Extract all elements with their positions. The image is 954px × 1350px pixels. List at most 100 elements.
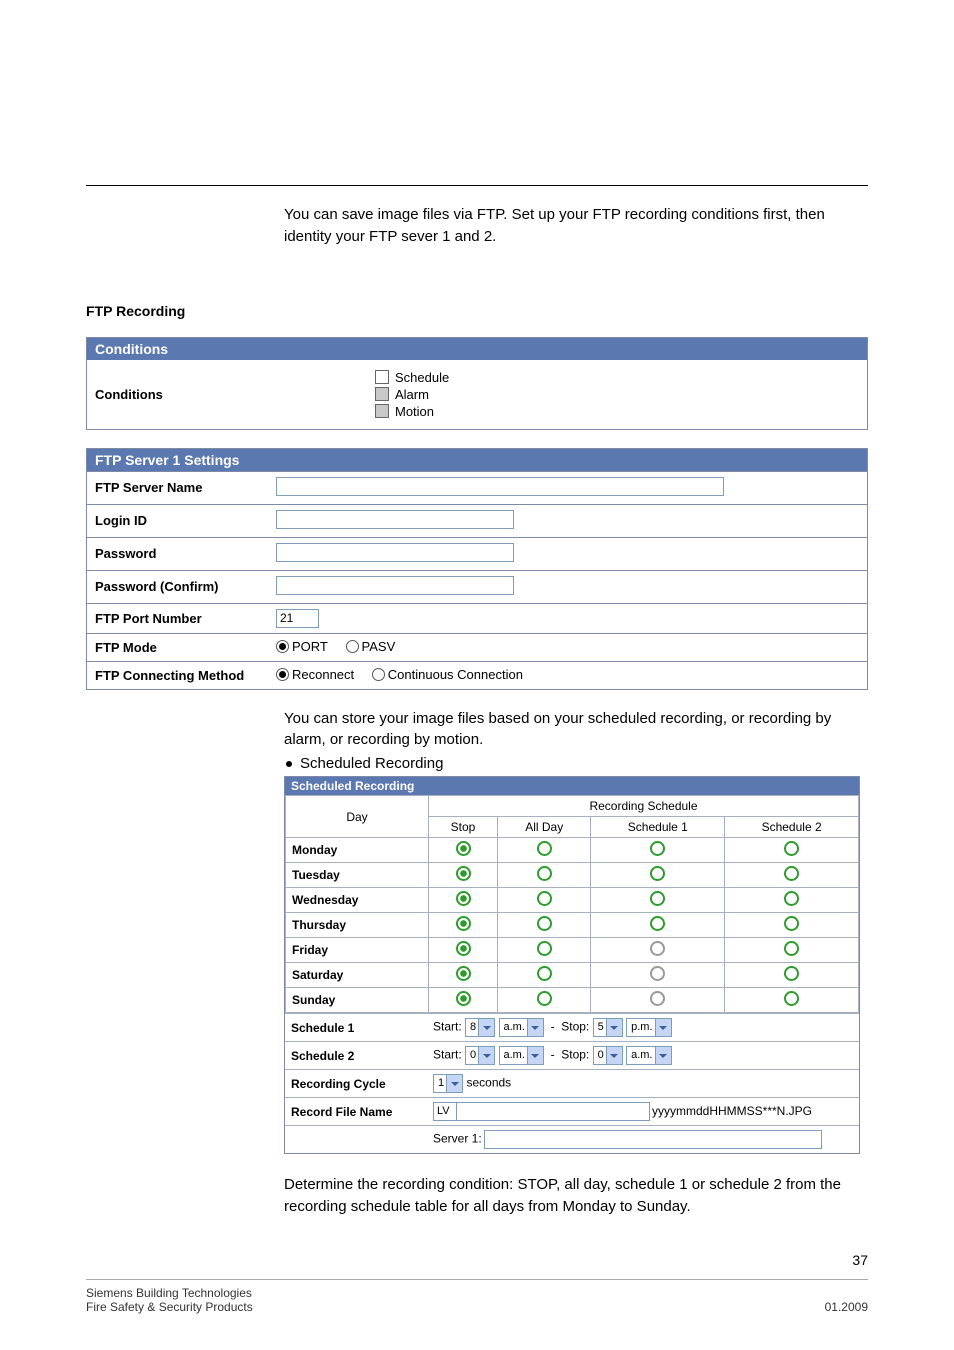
schedule-radio[interactable] bbox=[784, 966, 799, 981]
login-id-label: Login ID bbox=[87, 504, 268, 537]
chevron-down-icon bbox=[606, 1019, 622, 1036]
day-cell: Wednesday bbox=[286, 888, 429, 913]
day-cell: Tuesday bbox=[286, 863, 429, 888]
continuous-text: Continuous Connection bbox=[388, 667, 523, 682]
chevron-down-icon bbox=[527, 1019, 543, 1036]
port-number-input[interactable]: 21 bbox=[276, 609, 319, 628]
s2-start-ampm[interactable]: a.m. bbox=[499, 1046, 544, 1065]
port-text: PORT bbox=[292, 639, 328, 654]
schedule1-label: Schedule 1 bbox=[285, 1014, 427, 1042]
motion-checkbox[interactable] bbox=[375, 404, 389, 418]
schedule-radio[interactable] bbox=[784, 891, 799, 906]
schedule-radio[interactable] bbox=[537, 866, 552, 881]
schedule-radio[interactable] bbox=[784, 866, 799, 881]
bullet-text: Scheduled Recording bbox=[300, 755, 443, 772]
day-cell: Monday bbox=[286, 838, 429, 863]
para3-text: Determine the recording condition: STOP,… bbox=[284, 1174, 868, 1218]
day-cell: Thursday bbox=[286, 913, 429, 938]
schedule-radio[interactable] bbox=[650, 966, 665, 981]
chevron-down-icon bbox=[527, 1047, 543, 1064]
schedule-radio[interactable] bbox=[784, 941, 799, 956]
schedule-radio[interactable] bbox=[456, 891, 471, 906]
chevron-down-icon bbox=[606, 1047, 622, 1064]
stop-col: Stop bbox=[429, 817, 498, 838]
schedule-radio[interactable] bbox=[650, 841, 665, 856]
filename-prefix-input[interactable]: LV bbox=[433, 1102, 457, 1121]
stop-lbl: Stop: bbox=[561, 1048, 589, 1062]
port-radio[interactable] bbox=[276, 640, 289, 653]
bullet-row: Scheduled Recording bbox=[284, 755, 868, 772]
schedule-radio[interactable] bbox=[784, 841, 799, 856]
s2-start-hour[interactable]: 0 bbox=[465, 1046, 495, 1065]
schedule-radio[interactable] bbox=[537, 991, 552, 1006]
day-cell: Saturday bbox=[286, 963, 429, 988]
alarm-text: Alarm bbox=[395, 387, 429, 402]
day-header: Day bbox=[286, 796, 429, 838]
schedule-radio[interactable] bbox=[537, 966, 552, 981]
seconds-text: seconds bbox=[466, 1076, 511, 1090]
schedule-radio[interactable] bbox=[456, 841, 471, 856]
stop-lbl: Stop: bbox=[561, 1020, 589, 1034]
schedule-radio[interactable] bbox=[456, 941, 471, 956]
filename-body-input[interactable] bbox=[457, 1102, 650, 1121]
s1-stop-hour[interactable]: 5 bbox=[593, 1018, 623, 1037]
schedule-radio[interactable] bbox=[650, 866, 665, 881]
s2-stop-hour[interactable]: 0 bbox=[593, 1046, 623, 1065]
s2-stop-ampm[interactable]: a.m. bbox=[626, 1046, 671, 1065]
schedule-radio[interactable] bbox=[784, 991, 799, 1006]
chevron-down-icon bbox=[478, 1019, 494, 1036]
schedule-radio[interactable] bbox=[537, 916, 552, 931]
filename-suffix: yyyymmddHHMMSS***N.JPG bbox=[652, 1104, 812, 1118]
schedule-radio[interactable] bbox=[650, 991, 665, 1006]
recording-cycle-select[interactable]: 1 bbox=[433, 1074, 463, 1093]
schedule-radio[interactable] bbox=[650, 916, 665, 931]
s1-col: Schedule 1 bbox=[591, 817, 725, 838]
schedule-radio[interactable] bbox=[650, 891, 665, 906]
day-cell: Sunday bbox=[286, 988, 429, 1013]
password-confirm-input[interactable] bbox=[276, 576, 514, 595]
footer-left-1: Siemens Building Technologies bbox=[86, 1286, 252, 1300]
ftp-mode-label: FTP Mode bbox=[87, 633, 268, 661]
schedule-radio[interactable] bbox=[456, 991, 471, 1006]
server1-text: Server 1: bbox=[433, 1132, 482, 1146]
alarm-checkbox[interactable] bbox=[375, 387, 389, 401]
s1-start-hour[interactable]: 8 bbox=[465, 1018, 495, 1037]
password-label: Password bbox=[87, 537, 268, 570]
chevron-down-icon bbox=[478, 1047, 494, 1064]
schedule-checkbox[interactable] bbox=[375, 370, 389, 384]
reconnect-radio[interactable] bbox=[276, 668, 289, 681]
schedule-radio[interactable] bbox=[537, 941, 552, 956]
schedule-radio[interactable] bbox=[537, 891, 552, 906]
server1-input[interactable] bbox=[484, 1130, 822, 1149]
schedule-radio[interactable] bbox=[537, 841, 552, 856]
recording-schedule-header: Recording Schedule bbox=[429, 796, 859, 817]
schedule-radio[interactable] bbox=[456, 916, 471, 931]
para2-text: You can store your image files based on … bbox=[284, 708, 868, 752]
conditions-label: Conditions bbox=[95, 370, 375, 419]
conditions-header: Conditions bbox=[87, 338, 867, 360]
continuous-radio[interactable] bbox=[372, 668, 385, 681]
chevron-down-icon bbox=[446, 1075, 462, 1092]
schedule-radio[interactable] bbox=[650, 941, 665, 956]
footer: Siemens Building Technologies Fire Safet… bbox=[86, 1273, 868, 1314]
schedule-radio[interactable] bbox=[456, 866, 471, 881]
password-input[interactable] bbox=[276, 543, 514, 562]
s2-col: Schedule 2 bbox=[725, 817, 859, 838]
s1-stop-ampm[interactable]: p.m. bbox=[626, 1018, 671, 1037]
password-confirm-label: Password (Confirm) bbox=[87, 570, 268, 603]
schedule-radio[interactable] bbox=[784, 916, 799, 931]
recording-cycle-label: Recording Cycle bbox=[285, 1070, 427, 1098]
chevron-down-icon bbox=[655, 1047, 671, 1064]
allday-col: All Day bbox=[498, 817, 591, 838]
login-id-input[interactable] bbox=[276, 510, 514, 529]
record-file-name-label: Record File Name bbox=[285, 1098, 427, 1126]
scheduled-recording-panel: Scheduled Recording Day Recording Schedu… bbox=[284, 776, 860, 1154]
ftp-recording-heading: FTP Recording bbox=[86, 303, 868, 319]
page-number: 37 bbox=[852, 1252, 868, 1268]
footer-right: 01.2009 bbox=[825, 1300, 868, 1314]
server-name-input[interactable] bbox=[276, 477, 724, 496]
s1-start-ampm[interactable]: a.m. bbox=[499, 1018, 544, 1037]
pasv-radio[interactable] bbox=[346, 640, 359, 653]
conn-method-label: FTP Connecting Method bbox=[87, 661, 268, 689]
schedule-radio[interactable] bbox=[456, 966, 471, 981]
